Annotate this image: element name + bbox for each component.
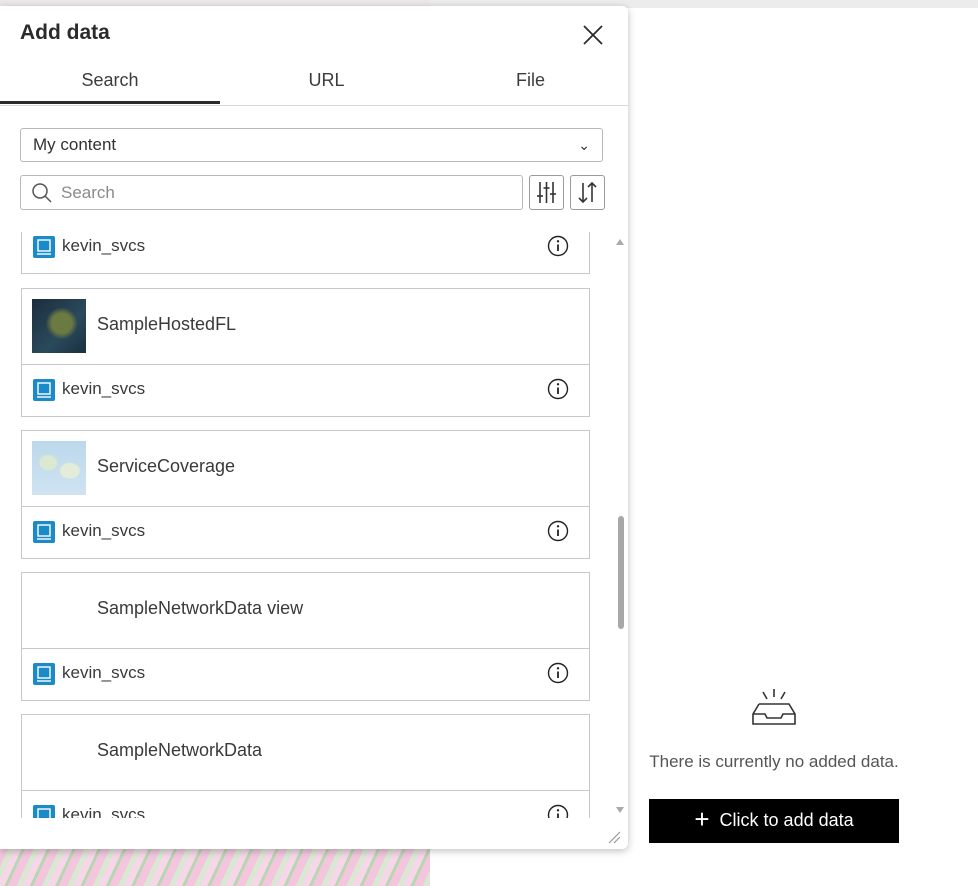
tab-url[interactable]: URL — [220, 62, 433, 104]
scrollbar-thumb[interactable] — [618, 516, 624, 629]
add-data-button-label: Click to add data — [719, 810, 854, 830]
search-icon — [32, 183, 52, 203]
sort-button[interactable] — [570, 175, 605, 210]
resize-handle-icon[interactable] — [606, 829, 622, 845]
item-title[interactable]: SampleHostedFL — [97, 314, 236, 335]
tab-search[interactable]: Search — [0, 62, 220, 104]
tab-file[interactable]: File — [433, 62, 628, 104]
list-item[interactable]: SampleNetworkData view kevin_svcs — [21, 572, 590, 701]
item-owner: kevin_svcs — [62, 379, 146, 398]
item-owner: kevin_svcs — [62, 236, 146, 255]
add-data-dialog: Add data Search URL File My content ⌄ Se… — [0, 6, 628, 849]
info-icon[interactable] — [547, 520, 569, 542]
owner-user-icon — [33, 379, 55, 401]
search-input[interactable] — [59, 178, 513, 208]
content-source-select[interactable]: My content ⌄ — [20, 128, 603, 162]
item-owner: kevin_svcs — [62, 663, 146, 682]
owner-user-icon — [33, 236, 55, 258]
item-title[interactable]: ServiceCoverage — [97, 456, 235, 477]
close-button[interactable] — [578, 20, 608, 50]
list-item[interactable]: SampleNetworkData kevin_svcs — [21, 714, 590, 818]
owner-user-icon — [33, 663, 55, 685]
empty-state-message: There is currently no added data. — [649, 752, 899, 771]
chevron-down-icon: ⌄ — [578, 137, 590, 153]
item-thumbnail — [32, 441, 86, 495]
search-box[interactable] — [20, 175, 523, 210]
list-item[interactable]: SampleHostedFL kevin_svcs — [21, 288, 590, 417]
content-source-value: My content — [33, 135, 117, 154]
list-item[interactable]: kevin_svcs — [21, 232, 590, 274]
tab-bar: Search URL File — [0, 62, 628, 106]
info-icon[interactable] — [547, 235, 569, 257]
list-item[interactable]: ServiceCoverage kevin_svcs — [21, 430, 590, 559]
scroll-up-arrow[interactable] — [616, 239, 624, 245]
close-icon — [583, 25, 603, 45]
results-list[interactable]: kevin_svcs SampleHostedFL kevin_svcs Ser… — [0, 232, 628, 818]
owner-user-icon — [33, 805, 55, 818]
sort-icon — [578, 181, 597, 204]
filter-button[interactable] — [529, 175, 564, 210]
plus-icon: + — [694, 804, 710, 835]
map-basemap[interactable] — [0, 848, 430, 886]
info-icon[interactable] — [547, 804, 569, 818]
item-title[interactable]: SampleNetworkData view — [97, 598, 303, 619]
item-owner: kevin_svcs — [62, 521, 146, 540]
add-data-button[interactable]: + Click to add data — [649, 799, 899, 843]
owner-user-icon — [33, 521, 55, 543]
dialog-title: Add data — [20, 21, 110, 44]
item-title[interactable]: SampleNetworkData — [97, 740, 262, 761]
empty-inbox-icon — [752, 689, 796, 725]
info-icon[interactable] — [547, 378, 569, 400]
scroll-down-arrow[interactable] — [616, 807, 624, 813]
item-thumbnail — [32, 299, 86, 353]
filter-sliders-icon — [537, 182, 556, 203]
info-icon[interactable] — [547, 662, 569, 684]
item-owner: kevin_svcs — [62, 805, 146, 818]
